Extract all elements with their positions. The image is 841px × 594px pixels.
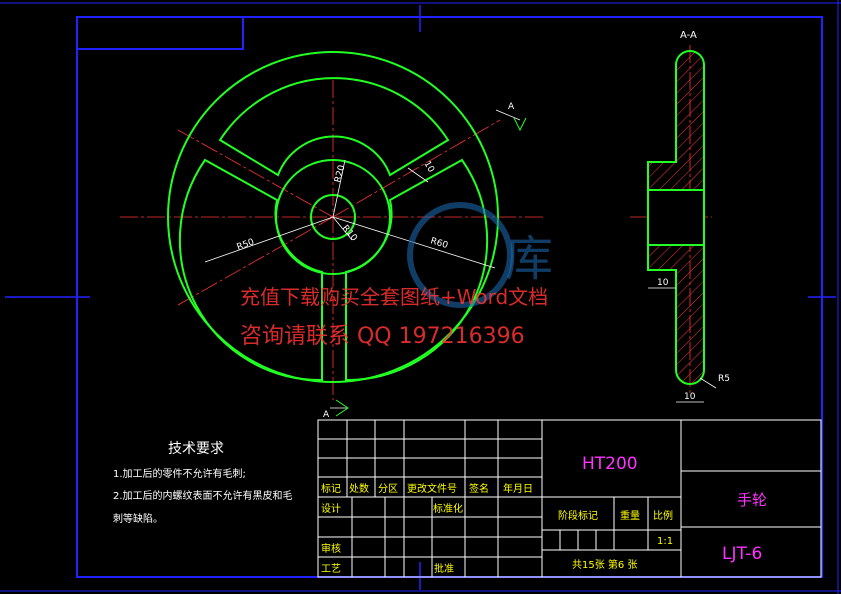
scale-value: 1:1 (657, 536, 673, 547)
sheet-info: 共15张 第6 张 (572, 558, 637, 571)
drawing-canvas: R20 R10 R50 R60 10 A A A-A 10 10 R5 库 充值… (0, 0, 841, 594)
scale-label: 比例 (653, 509, 673, 522)
row-standard: 标准化 (433, 502, 463, 515)
cut-mark-top: A (508, 102, 515, 112)
dim-r10: R10 (340, 224, 359, 244)
dim-hub-width: 10 (657, 278, 669, 288)
tech-item-2b: 刺等缺陷。 (113, 512, 163, 525)
row-process: 工艺 (321, 563, 341, 575)
drawing-number: LJT-6 (722, 544, 762, 564)
row-approve: 批准 (434, 562, 454, 575)
watermark-logo: 库 (505, 231, 553, 287)
section-view: A-A 10 10 R5 (630, 30, 730, 403)
dim-rim-width: 10 (684, 392, 696, 402)
tech-requirements: 技术要求 1.加工后的零件不允许有毛刺; 2.加工后的内螺纹表面不允许有黑皮和毛… (113, 441, 293, 525)
col-zone: 分区 (378, 483, 398, 495)
title-block: 标记 处数 分区 更改文件号 签名 年月日 设计 标准化 审核 工艺 批准 阶段… (317, 419, 822, 578)
material: HT200 (582, 454, 638, 474)
col-mark: 标记 (321, 483, 341, 495)
tech-item-2a: 2.加工后的内螺纹表面不允许有黑皮和毛 (113, 489, 293, 502)
dim-rim-radius: R5 (718, 374, 730, 384)
col-count: 处数 (349, 482, 369, 495)
cut-mark-bottom: A (323, 410, 330, 420)
col-date: 年月日 (503, 482, 533, 495)
watermark: 库 充值下载购买全套图纸+Word文档 咨询请联系 QQ 197216396 (240, 202, 553, 349)
section-label: A-A (680, 30, 697, 41)
dim-r60: R60 (429, 236, 449, 251)
dim-r20: R20 (333, 164, 347, 184)
weight-label: 重量 (620, 509, 640, 522)
row-design: 设计 (321, 502, 341, 515)
watermark-line2: 咨询请联系 QQ 197216396 (240, 324, 525, 349)
row-review: 审核 (321, 542, 341, 555)
dim-r50: R50 (236, 237, 256, 253)
watermark-line1: 充值下载购买全套图纸+Word文档 (240, 285, 548, 309)
part-name: 手轮 (737, 491, 767, 509)
center-lines (120, 80, 545, 400)
col-signature: 签名 (469, 482, 489, 495)
tech-item-1: 1.加工后的零件不允许有毛刺; (113, 467, 246, 480)
dim-spoke-width: 10 (421, 160, 436, 175)
tech-title: 技术要求 (168, 441, 224, 457)
col-change-doc: 更改文件号 (407, 482, 457, 495)
stage-mark: 阶段标记 (558, 509, 598, 522)
handwheel-front-view: R20 R10 R50 R60 10 A A (120, 51, 545, 420)
